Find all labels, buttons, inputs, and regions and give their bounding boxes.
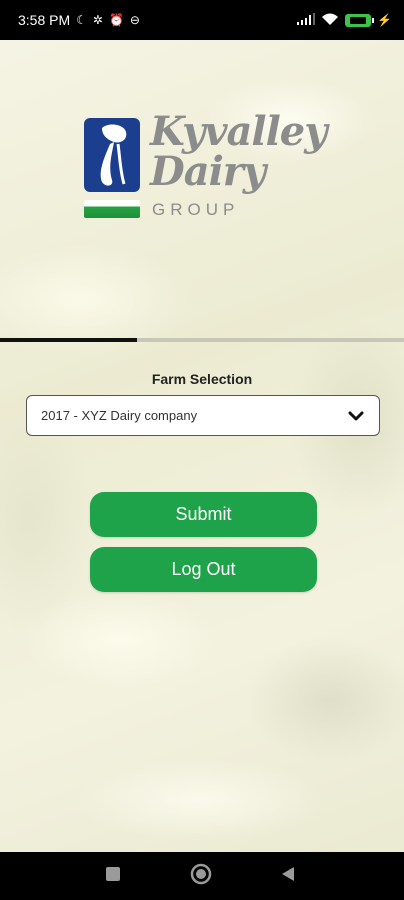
logo-line-2: Dairy [150, 148, 266, 195]
grass-strip [84, 200, 140, 218]
recent-apps-icon [106, 866, 120, 886]
home-button[interactable] [181, 852, 221, 900]
signal-icon [297, 13, 316, 27]
progress-bar [0, 338, 404, 342]
alarm-icon: ⏰ [108, 13, 124, 27]
farm-selection-label: Farm Selection [151, 371, 253, 387]
status-bar: 3:58 PM ☾ ✲ ⏰ ⊖ ⚡ [0, 0, 404, 40]
chevron-down-icon [347, 407, 365, 425]
farm-selection-dropdown[interactable]: 2017 - XYZ Dairy company [26, 395, 380, 436]
logo-wordmark: Kyvalley Dairy [150, 108, 327, 195]
kyvalley-dairy-logo: Kyvalley Dairy GROUP [84, 112, 327, 224]
battery-icon [345, 13, 375, 27]
logo-group-text: GROUP [152, 200, 240, 219]
status-left: 3:58 PM ☾ ✲ ⏰ ⊖ [18, 12, 140, 28]
status-right: ⚡ [297, 13, 392, 28]
logo-line-1: Kyvalley [150, 108, 327, 155]
wifi-icon [321, 13, 339, 28]
submit-button[interactable]: Submit [90, 492, 317, 537]
system-nav-bar [0, 852, 404, 900]
milk-jug-logo-icon [84, 118, 140, 192]
dnd-icon: ⊖ [129, 13, 140, 27]
recent-apps-button[interactable] [93, 852, 133, 900]
charging-icon: ⚡ [377, 13, 392, 27]
clock: 3:58 PM [18, 12, 71, 28]
progress-fill [0, 338, 138, 342]
farm-selected-value: 2017 - XYZ Dairy company [41, 408, 198, 423]
home-icon [190, 863, 212, 890]
fan-icon: ✲ [92, 13, 103, 27]
back-icon [281, 866, 295, 887]
moon-icon: ☾ [76, 13, 87, 27]
logout-button[interactable]: Log Out [90, 547, 317, 592]
back-button[interactable] [268, 852, 308, 900]
